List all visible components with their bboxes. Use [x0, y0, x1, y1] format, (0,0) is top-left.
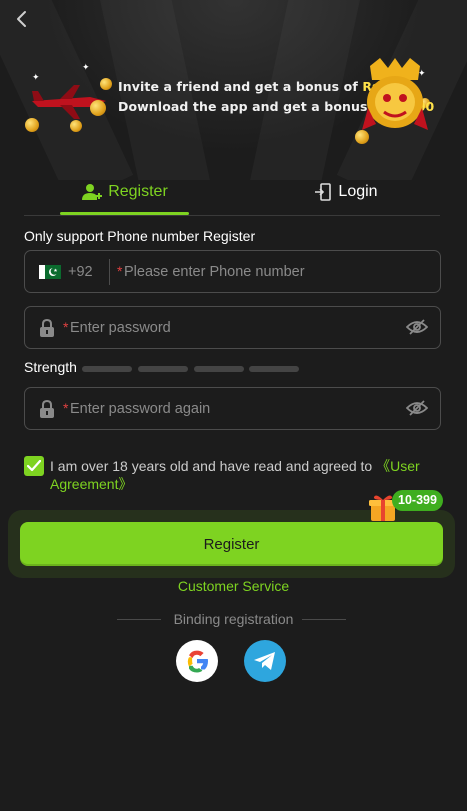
- strength-segment: [194, 366, 244, 372]
- google-login-button[interactable]: [176, 640, 218, 682]
- coin-decoration: [70, 120, 82, 132]
- country-code: +92: [68, 263, 93, 280]
- active-tab-indicator: [60, 212, 189, 215]
- coin-decoration: [25, 118, 39, 132]
- strength-label: Strength: [24, 359, 77, 375]
- password-input[interactable]: [70, 307, 390, 348]
- tab-login[interactable]: Login: [256, 168, 436, 215]
- tab-register[interactable]: Register: [60, 168, 190, 215]
- lock-icon: [40, 400, 54, 418]
- divider-right: [302, 619, 346, 620]
- eye-off-icon[interactable]: [406, 399, 428, 417]
- add-user-icon: [82, 183, 103, 200]
- coin-decoration: [100, 78, 112, 90]
- phone-field: +92 *: [24, 250, 441, 293]
- register-button[interactable]: Register: [20, 522, 443, 566]
- auth-tabs: Register Login: [24, 168, 440, 216]
- required-mark: *: [63, 400, 69, 416]
- agreement-text: I am over 18 years old and have read and…: [50, 457, 430, 493]
- confirm-password-field: *: [24, 387, 441, 430]
- back-button[interactable]: [8, 6, 34, 32]
- binding-registration-label: Binding registration: [173, 611, 294, 627]
- telegram-icon: [254, 652, 275, 670]
- bonus-badge: 10-399: [392, 490, 443, 511]
- sparkle-icon: ✦: [82, 62, 90, 72]
- promo-banner[interactable]: ✦ ✦ ✦ Invite a friend and get a bonus of…: [20, 58, 450, 148]
- golden-mask-icon: [362, 58, 428, 130]
- coin-decoration: [90, 100, 106, 116]
- checkmark-icon: [27, 460, 41, 472]
- confirm-password-input[interactable]: [70, 388, 390, 429]
- tab-register-label: Register: [108, 182, 168, 200]
- strength-segment: [82, 366, 132, 372]
- agreement-statement: I am over 18 years old and have read and…: [50, 458, 377, 474]
- chevron-left-icon: [17, 11, 26, 27]
- telegram-login-button[interactable]: [244, 640, 286, 682]
- strength-segment: [138, 366, 188, 372]
- customer-service-link[interactable]: Customer Service: [0, 578, 467, 594]
- agreement-checkbox[interactable]: [24, 456, 44, 476]
- sparkle-icon: ✦: [32, 72, 40, 82]
- lock-icon: [40, 319, 54, 337]
- password-field: *: [24, 306, 441, 349]
- eye-off-icon[interactable]: [406, 318, 428, 336]
- required-mark: *: [117, 263, 123, 279]
- required-mark: *: [63, 319, 69, 335]
- phone-input[interactable]: [124, 251, 424, 292]
- tab-login-label: Login: [338, 182, 378, 200]
- country-selector[interactable]: +92: [39, 251, 93, 292]
- register-hint: Only support Phone number Register: [24, 228, 256, 244]
- divider: [109, 259, 110, 285]
- login-door-icon: [315, 182, 332, 201]
- strength-segment: [249, 366, 299, 372]
- google-icon: [187, 650, 208, 673]
- pakistan-flag-icon: [39, 264, 61, 279]
